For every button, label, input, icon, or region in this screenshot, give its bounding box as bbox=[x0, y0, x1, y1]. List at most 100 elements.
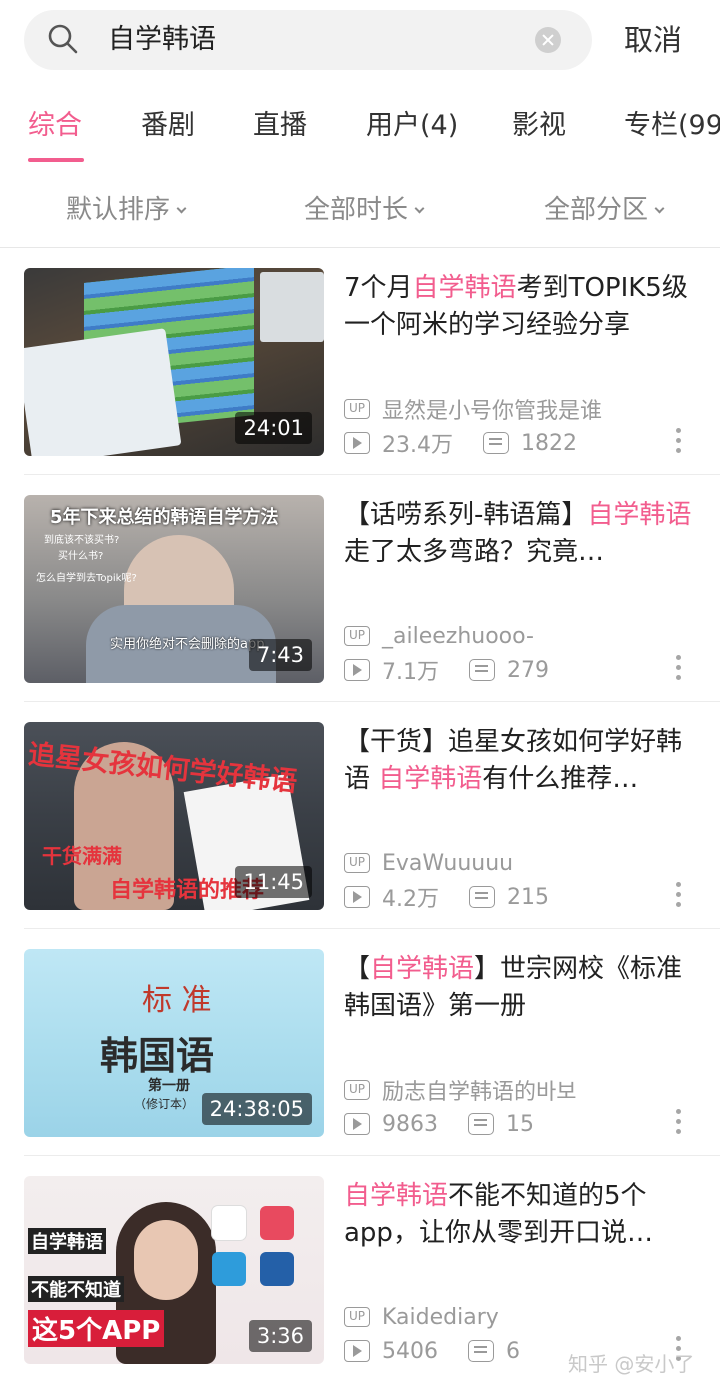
duration-badge: 7:43 bbox=[248, 639, 312, 671]
filter-bar: 默认排序 全部时长 全部分区 bbox=[0, 176, 720, 246]
video-item[interactable]: 5年下来总结的韩语自学方法 到底该不该买书? 买什么书? 怎么自学到去Topik… bbox=[0, 475, 720, 702]
uploader-row[interactable]: UP Kaidediary bbox=[344, 1302, 499, 1332]
thumbnail-caption: 不能不知道 bbox=[28, 1276, 124, 1302]
thumbnail-caption: （修订本） bbox=[134, 1097, 195, 1111]
filter-zone[interactable]: 全部分区 bbox=[544, 190, 665, 230]
chevron-down-icon bbox=[414, 203, 425, 214]
danmaku-icon bbox=[468, 1340, 494, 1362]
video-thumbnail[interactable]: 24:01 bbox=[24, 268, 324, 456]
thumbnail-caption: 到底该不该买书? bbox=[44, 535, 120, 546]
danmaku-count: 1822 bbox=[521, 430, 577, 456]
title-highlight: 自学韩语 bbox=[412, 273, 517, 303]
thumbnail-caption: 买什么书? bbox=[58, 551, 104, 562]
video-title[interactable]: 7个月自学韩语考到TOPIK5级 一个阿米的学习经验分享 bbox=[344, 270, 700, 346]
video-item[interactable]: 24:01 7个月自学韩语考到TOPIK5级 一个阿米的学习经验分享 UP 显然… bbox=[0, 248, 720, 475]
more-options-icon[interactable] bbox=[676, 1109, 682, 1137]
more-options-icon[interactable] bbox=[676, 428, 682, 456]
view-count: 4.2万 bbox=[382, 887, 439, 912]
video-title[interactable]: 【干货】追星女孩如何学好韩语 自学韩语有什么推荐… bbox=[344, 724, 700, 800]
play-count-icon bbox=[344, 1113, 370, 1135]
title-text: 走了太多弯路？究竟… bbox=[344, 537, 605, 567]
uploader-row[interactable]: UP EvaWuuuuu bbox=[344, 848, 513, 878]
video-item[interactable]: 标 准 韩国语 第一册 （修订本） 24:38:05 【自学韩语】世宗网校《标准… bbox=[0, 929, 720, 1156]
danmaku-count: 215 bbox=[507, 884, 549, 910]
title-text: 有什么推荐… bbox=[482, 764, 639, 794]
play-count-icon bbox=[344, 432, 370, 454]
thumbnail-caption: 怎么自学到去Topik呢? bbox=[36, 573, 137, 584]
up-badge-icon: UP bbox=[344, 626, 370, 646]
filter-sort[interactable]: 默认排序 bbox=[66, 190, 187, 230]
video-thumbnail[interactable]: 追星女孩如何学好韩语 干货满满 自学韩语的推荐 11:45 bbox=[24, 722, 324, 910]
view-count: 9863 bbox=[382, 1111, 438, 1137]
stats-row: 9863 15 bbox=[344, 1109, 564, 1139]
video-item[interactable]: 追星女孩如何学好韩语 干货满满 自学韩语的推荐 11:45 【干货】追星女孩如何… bbox=[0, 702, 720, 929]
thumbnail-caption: 第一册 bbox=[148, 1078, 190, 1094]
up-badge-icon: UP bbox=[344, 1307, 370, 1327]
title-highlight: 自学韩语 bbox=[587, 500, 692, 530]
play-count-icon bbox=[344, 886, 370, 908]
video-title[interactable]: 自学韩语不能不知道的5个app，让你从零到开口说… bbox=[344, 1178, 700, 1254]
thumbnail-caption: 自学韩语 bbox=[28, 1228, 106, 1254]
stats-row: 4.2万 215 bbox=[344, 882, 579, 912]
tab-bangumi[interactable]: 番剧 bbox=[141, 106, 195, 146]
tab-all[interactable]: 综合 bbox=[28, 106, 82, 146]
danmaku-icon bbox=[468, 1113, 494, 1135]
danmaku-count: 6 bbox=[506, 1338, 520, 1364]
thumbnail-caption: 韩国语 bbox=[100, 1034, 215, 1078]
title-text: 7个月 bbox=[344, 273, 413, 303]
uploader-name: EvaWuuuuu bbox=[382, 850, 514, 876]
tab-live[interactable]: 直播 bbox=[253, 106, 307, 146]
thumbnail-caption: 5年下来总结的韩语自学方法 bbox=[50, 507, 279, 528]
tab-indicator bbox=[28, 158, 84, 162]
uploader-row[interactable]: UP 显然是小号你管我是谁 bbox=[344, 394, 602, 424]
thumbnail-caption: 标 准 bbox=[142, 983, 212, 1018]
danmaku-icon bbox=[469, 886, 495, 908]
cancel-button[interactable]: 取消 bbox=[624, 20, 682, 60]
search-input[interactable]: 自学韩语 bbox=[108, 20, 216, 60]
tab-users[interactable]: 用户(4) bbox=[366, 106, 458, 146]
tab-film[interactable]: 影视 bbox=[512, 106, 566, 146]
uploader-name: Kaidediary bbox=[382, 1304, 499, 1330]
stats-row: 23.4万 1822 bbox=[344, 428, 607, 458]
duration-badge: 24:01 bbox=[235, 412, 312, 444]
title-highlight: 自学韩语 bbox=[370, 954, 475, 984]
chevron-down-icon bbox=[654, 203, 665, 214]
stats-row: 5406 6 bbox=[344, 1336, 550, 1366]
play-count-icon bbox=[344, 659, 370, 681]
tab-articles[interactable]: 专栏(99 bbox=[624, 106, 720, 146]
uploader-row[interactable]: UP 励志自学韩语的바보 bbox=[344, 1075, 576, 1105]
more-options-icon[interactable] bbox=[676, 882, 682, 910]
chevron-down-icon bbox=[176, 203, 187, 214]
thumbnail-caption: 这5个APP bbox=[28, 1310, 165, 1347]
danmaku-count: 15 bbox=[506, 1111, 534, 1137]
view-count: 23.4万 bbox=[382, 433, 453, 458]
video-thumbnail[interactable]: 标 准 韩国语 第一册 （修订本） 24:38:05 bbox=[24, 949, 324, 1137]
video-title[interactable]: 【话唠系列-韩语篇】自学韩语走了太多弯路？究竟… bbox=[344, 497, 700, 573]
filter-duration[interactable]: 全部时长 bbox=[304, 190, 425, 230]
uploader-name: 励志自学韩语的바보 bbox=[382, 1080, 577, 1105]
title-text: 【话唠系列-韩语篇】 bbox=[344, 500, 588, 530]
up-badge-icon: UP bbox=[344, 1080, 370, 1100]
more-options-icon[interactable] bbox=[676, 655, 682, 683]
title-highlight: 自学韩语 bbox=[378, 764, 483, 794]
watermark: 知乎 @安小了 bbox=[568, 1352, 695, 1376]
view-count: 7.1万 bbox=[382, 660, 439, 685]
video-thumbnail[interactable]: 自学韩语 不能不知道 这5个APP 3:36 bbox=[24, 1176, 324, 1364]
video-thumbnail[interactable]: 5年下来总结的韩语自学方法 到底该不该买书? 买什么书? 怎么自学到去Topik… bbox=[24, 495, 324, 683]
tab-bar: 综合 番剧 直播 用户(4) 影视 专栏(99 bbox=[0, 96, 720, 166]
uploader-row[interactable]: UP _aileezhuooo- bbox=[344, 621, 534, 651]
uploader-name: _aileezhuooo- bbox=[382, 623, 534, 649]
view-count: 5406 bbox=[382, 1338, 438, 1364]
duration-badge: 11:45 bbox=[235, 866, 312, 898]
uploader-name: 显然是小号你管我是谁 bbox=[382, 399, 603, 424]
clear-icon[interactable] bbox=[535, 27, 561, 53]
filter-zone-label: 全部分区 bbox=[544, 195, 649, 225]
search-bar: 自学韩语 取消 bbox=[0, 0, 720, 82]
play-count-icon bbox=[344, 1340, 370, 1362]
danmaku-icon bbox=[469, 659, 495, 681]
search-icon bbox=[48, 24, 78, 54]
up-badge-icon: UP bbox=[344, 853, 370, 873]
thumbnail-caption: 实用你绝对不会删除的app bbox=[110, 637, 265, 652]
video-title[interactable]: 【自学韩语】世宗网校《标准韩国语》第一册 bbox=[344, 951, 700, 1027]
title-highlight: 自学韩语 bbox=[344, 1181, 449, 1211]
